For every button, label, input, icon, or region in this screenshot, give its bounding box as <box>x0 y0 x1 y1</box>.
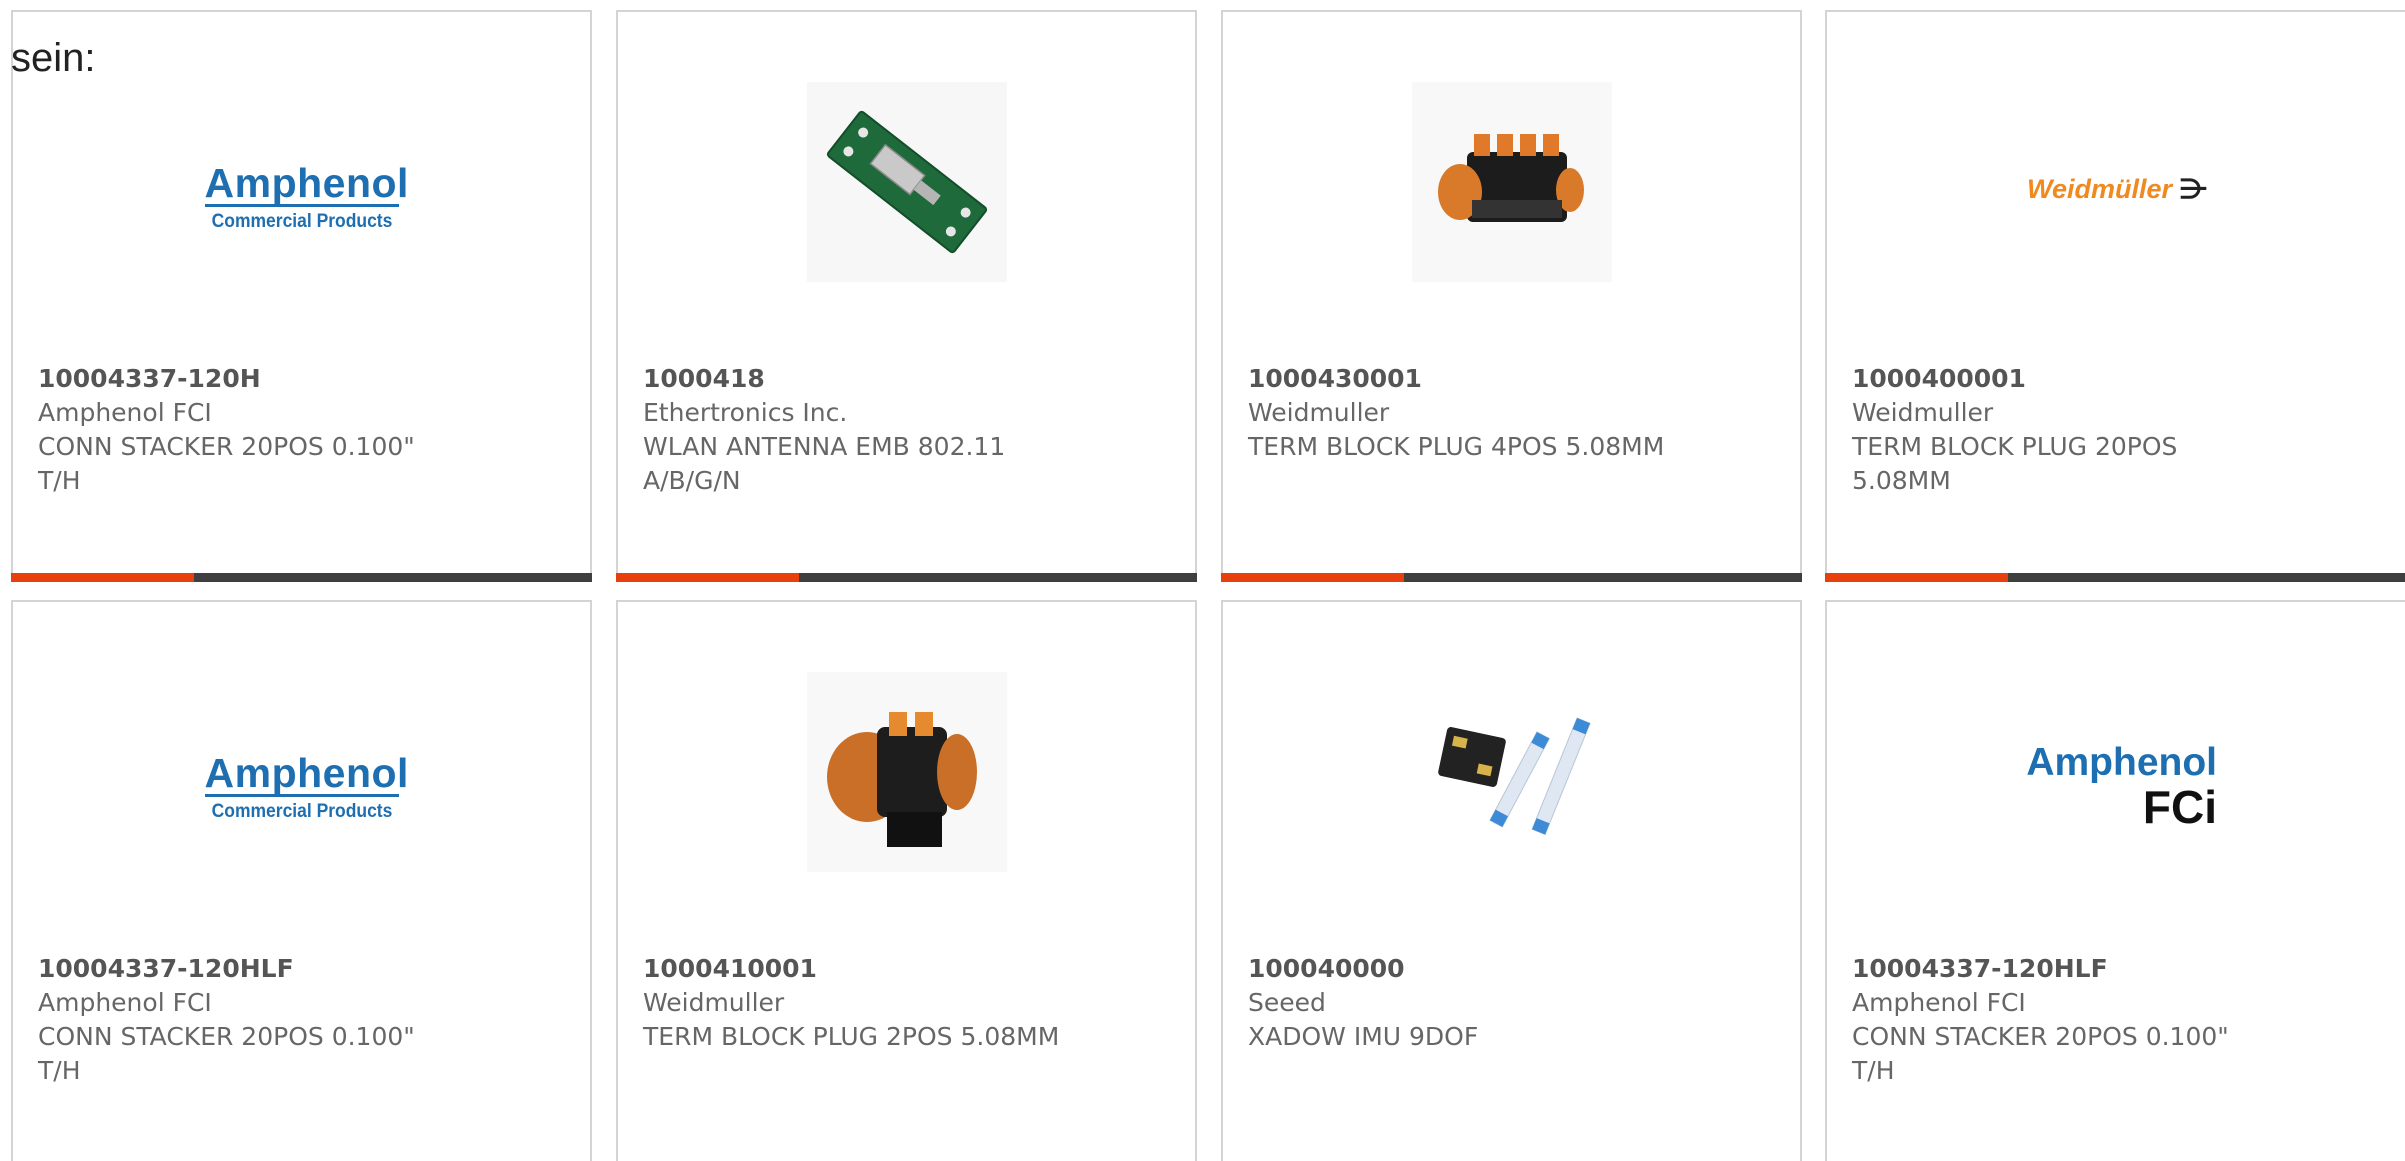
card-accent-bar <box>616 573 799 582</box>
part-number-link[interactable]: 10004337-120H <box>38 362 458 396</box>
part-number-link[interactable]: 1000400001 <box>1852 362 2272 396</box>
product-card[interactable]: 100040000 Seeed XADOW IMU 9DOF <box>1221 600 1802 1161</box>
product-description: WLAN ANTENNA EMB 802.11 A/B/G/N <box>643 432 1006 495</box>
product-image-area[interactable]: Amphenol Commercial Products <box>13 12 590 352</box>
part-number-link[interactable]: 1000430001 <box>1248 362 1668 396</box>
product-info: 1000410001 Weidmuller TERM BLOCK PLUG 2P… <box>643 952 1063 1054</box>
product-description: TERM BLOCK PLUG 20POS 5.08MM <box>1852 432 2178 495</box>
part-number-link[interactable]: 1000418 <box>643 362 1063 396</box>
product-description: CONN STACKER 20POS 0.100" T/H <box>38 432 415 495</box>
product-card[interactable]: Amphenol Commercial Products 10004337-12… <box>11 600 592 1161</box>
card-accent-bar <box>11 573 194 582</box>
product-description: TERM BLOCK PLUG 4POS 5.08MM <box>1248 432 1665 461</box>
card-accent-bar <box>1221 573 1404 582</box>
product-image-area[interactable]: Weidmüller ⋺ <box>1827 12 2405 352</box>
manufacturer-name: Amphenol FCI <box>38 988 212 1017</box>
product-grid-page: sein: Amphenol Commercial Products 10004… <box>0 0 2405 1161</box>
product-info: 1000400001 Weidmuller TERM BLOCK PLUG 20… <box>1852 362 2272 498</box>
xadow-board-image[interactable] <box>1411 672 1612 872</box>
product-image-area[interactable]: Amphenol FCi <box>1827 602 2405 942</box>
pcb-antenna-image[interactable] <box>806 82 1007 282</box>
manufacturer-name: Amphenol FCI <box>38 398 212 427</box>
card-footer-bar <box>1825 573 2405 582</box>
product-card[interactable]: Weidmüller ⋺ 1000400001 Weidmuller TERM B… <box>1825 10 2405 582</box>
terminal-block-image[interactable] <box>1411 82 1612 282</box>
product-info: 10004337-120HLF Amphenol FCI CONN STACKE… <box>1852 952 2272 1088</box>
intro-text: sein: <box>11 36 96 80</box>
part-number-link[interactable]: 10004337-120HLF <box>1852 952 2272 986</box>
product-card[interactable]: 1000430001 Weidmuller TERM BLOCK PLUG 4P… <box>1221 10 1802 582</box>
terminal-block-icon <box>806 672 1007 872</box>
product-card[interactable]: 1000418 Ethertronics Inc. WLAN ANTENNA E… <box>616 10 1197 582</box>
product-info: 100040000 Seeed XADOW IMU 9DOF <box>1248 952 1668 1054</box>
product-card[interactable]: 1000410001 Weidmuller TERM BLOCK PLUG 2P… <box>616 600 1197 1161</box>
terminal-block-image[interactable] <box>806 672 1007 872</box>
product-info: 10004337-120HLF Amphenol FCI CONN STACKE… <box>38 952 458 1088</box>
part-number-link[interactable]: 10004337-120HLF <box>38 952 458 986</box>
product-image-area[interactable] <box>1223 602 1800 942</box>
product-card[interactable]: Amphenol FCi 10004337-120HLF Amphenol FC… <box>1825 600 2405 1161</box>
weidmuller-logo: Weidmüller ⋺ <box>2026 174 2208 204</box>
amphenol-logo-image[interactable]: Amphenol Commercial Products <box>202 82 409 282</box>
product-info: 1000430001 Weidmuller TERM BLOCK PLUG 4P… <box>1248 362 1668 464</box>
card-footer-bar <box>11 573 592 582</box>
weidmuller-logo-image[interactable]: Weidmüller ⋺ <box>2017 82 2217 282</box>
manufacturer-name: Weidmuller <box>1248 398 1390 427</box>
amphenol-logo-image[interactable]: Amphenol Commercial Products <box>202 672 409 872</box>
product-info: 1000418 Ethertronics Inc. WLAN ANTENNA E… <box>643 362 1063 498</box>
manufacturer-name: Amphenol FCI <box>1852 988 2026 1017</box>
product-image-area[interactable] <box>618 602 1195 942</box>
card-footer-bar <box>616 573 1197 582</box>
card-accent-bar <box>1825 573 2008 582</box>
manufacturer-name: Weidmuller <box>1852 398 1994 427</box>
terminal-block-icon <box>1411 82 1612 282</box>
product-info: 10004337-120H Amphenol FCI CONN STACKER … <box>38 362 458 498</box>
product-image-area[interactable] <box>1223 12 1800 352</box>
amphenol-fci-logo-image[interactable]: Amphenol FCi <box>2017 672 2217 872</box>
xadow-board-icon <box>1411 672 1612 872</box>
product-description: TERM BLOCK PLUG 2POS 5.08MM <box>643 1022 1060 1051</box>
amphenol-logo: Amphenol Commercial Products <box>204 160 409 232</box>
manufacturer-name: Weidmuller <box>643 988 785 1017</box>
product-description: CONN STACKER 20POS 0.100" T/H <box>1852 1022 2229 1085</box>
card-footer-bar <box>1221 573 1802 582</box>
part-number-link[interactable]: 1000410001 <box>643 952 1063 986</box>
product-description: XADOW IMU 9DOF <box>1248 1022 1479 1051</box>
product-card[interactable]: Amphenol Commercial Products 10004337-12… <box>11 10 592 582</box>
manufacturer-name: Seeed <box>1248 988 1326 1017</box>
product-description: CONN STACKER 20POS 0.100" T/H <box>38 1022 415 1085</box>
pcb-antenna-icon <box>806 82 1007 282</box>
manufacturer-name: Ethertronics Inc. <box>643 398 848 427</box>
product-image-area[interactable] <box>618 12 1195 352</box>
product-image-area[interactable]: Amphenol Commercial Products <box>13 602 590 942</box>
amphenol-fci-logo: Amphenol FCi <box>2026 741 2217 833</box>
amphenol-logo: Amphenol Commercial Products <box>204 750 409 822</box>
part-number-link[interactable]: 100040000 <box>1248 952 1668 986</box>
